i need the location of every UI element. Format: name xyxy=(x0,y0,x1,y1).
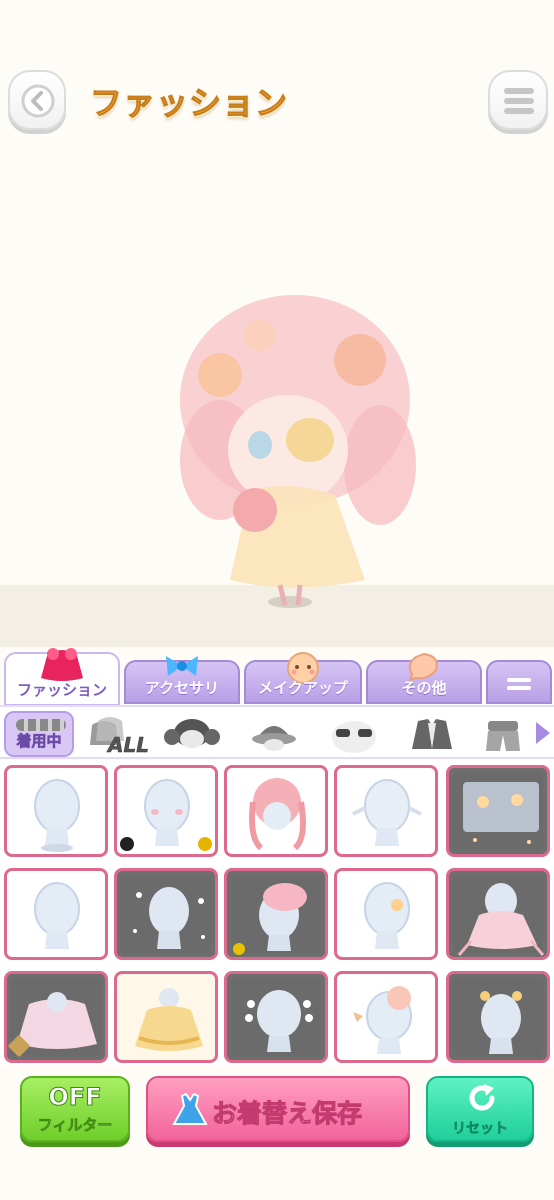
face-accessory-item-icon xyxy=(364,882,410,949)
back-button[interactable] xyxy=(8,70,66,130)
subcategory-hat[interactable] xyxy=(246,715,302,755)
dress-icon xyxy=(172,1092,208,1125)
tab-more[interactable] xyxy=(486,660,552,704)
pink-hat-item-icon xyxy=(233,883,307,955)
hamburger-menu-icon xyxy=(504,88,534,114)
subcategory-bottoms[interactable] xyxy=(480,715,526,755)
reset-icon xyxy=(469,1084,495,1111)
gold-accessory-item-icon xyxy=(480,991,522,1054)
tab-makeup[interactable]: メイクアップ xyxy=(244,652,362,704)
tab-fashion[interactable]: ファッション xyxy=(4,648,120,706)
pink-hair-item-icon xyxy=(249,778,306,851)
item-cell[interactable] xyxy=(4,868,108,960)
item-cell[interactable] xyxy=(334,971,438,1063)
jacket-icon xyxy=(412,719,452,749)
item-grid xyxy=(0,760,554,1066)
subcategory-hairstyle[interactable] xyxy=(164,715,220,755)
hairstyle-icon xyxy=(164,719,220,748)
glasses-icon xyxy=(332,721,376,753)
item-cell[interactable] xyxy=(446,765,550,857)
filter-toggle-button[interactable]: OFF フィルター xyxy=(20,1076,130,1142)
item-cell[interactable] xyxy=(224,765,328,857)
subcategory-glasses[interactable] xyxy=(326,715,382,755)
item-cell[interactable] xyxy=(114,971,218,1063)
dress-icon xyxy=(41,648,83,681)
subcategory-bar: 着用中 ALL xyxy=(0,705,554,759)
item-cell[interactable] xyxy=(446,971,550,1063)
item-cell[interactable] xyxy=(4,765,108,857)
mannequin-icon xyxy=(120,779,212,851)
sparkle-effect-icon xyxy=(133,887,205,949)
item-cell[interactable] xyxy=(334,765,438,857)
subcategory-jacket[interactable] xyxy=(404,715,460,755)
tab-accessory[interactable]: アクセサリ xyxy=(124,656,240,704)
menu-button[interactable] xyxy=(488,70,548,130)
arrow-right-icon[interactable] xyxy=(536,722,550,744)
background-item-icon xyxy=(463,782,539,844)
reset-button[interactable]: リセット xyxy=(426,1076,534,1142)
hat-icon xyxy=(252,726,296,751)
item-cell[interactable] xyxy=(446,868,550,960)
gold-dress-item-icon xyxy=(135,988,203,1051)
item-cell[interactable] xyxy=(4,971,108,1063)
dress-item-icon xyxy=(457,883,545,956)
chevron-left-icon xyxy=(21,84,55,118)
item-cell[interactable] xyxy=(224,971,328,1063)
subcategory-all[interactable]: ALL xyxy=(86,715,149,757)
item-cell[interactable] xyxy=(114,868,218,960)
page-title: ファッション xyxy=(89,84,289,123)
mannequin-icon xyxy=(352,779,422,846)
more-menu-icon xyxy=(507,678,531,690)
dress-item-icon xyxy=(8,992,97,1057)
mannequin-icon xyxy=(34,779,80,852)
bottoms-icon xyxy=(486,721,520,751)
item-cell[interactable] xyxy=(334,868,438,960)
pearl-accessory-item-icon xyxy=(245,990,313,1052)
flower-hair-item-icon xyxy=(353,986,412,1054)
category-tabs: ファッション アクセサリ メイクアップ その他 xyxy=(0,648,554,706)
item-cell[interactable] xyxy=(224,868,328,960)
subcategory-wearing[interactable]: 着用中 xyxy=(4,711,74,757)
save-outfit-button[interactable]: お着替え保存 xyxy=(146,1076,410,1142)
item-cell[interactable] xyxy=(114,765,218,857)
tab-other[interactable]: その他 xyxy=(366,652,482,704)
avatar-character xyxy=(180,295,416,608)
mannequin-icon xyxy=(34,882,80,949)
